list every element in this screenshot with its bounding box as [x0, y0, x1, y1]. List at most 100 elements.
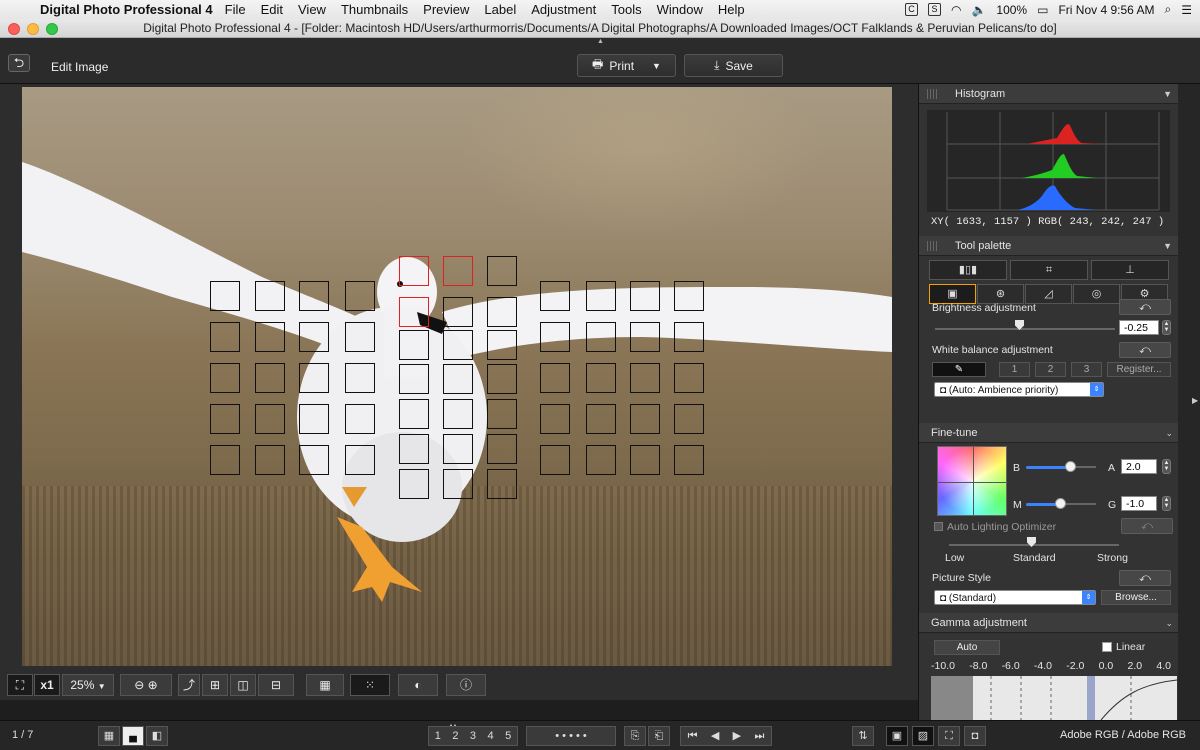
subtab-basic[interactable]: ▣ [929, 284, 976, 304]
chevron-down-icon[interactable]: ▼ [652, 61, 661, 71]
linear-checkbox[interactable] [1102, 642, 1112, 652]
collapse-arrow-icon[interactable]: ⌄ [1165, 423, 1173, 443]
volume-icon[interactable]: 🔈 [971, 3, 986, 17]
sort-button[interactable]: ⇅ [852, 726, 874, 746]
wb-preset-1-button[interactable]: 1 [999, 362, 1030, 377]
gamma-auto-button[interactable]: Auto [934, 640, 1000, 655]
search-icon[interactable]: ⌕ [1165, 2, 1172, 17]
wb-preset-2-button[interactable]: 2 [1035, 362, 1066, 377]
menu-window[interactable]: Window [657, 2, 703, 17]
menu-preview[interactable]: Preview [423, 2, 469, 17]
brightness-stepper[interactable]: ▲ ▼ [1162, 320, 1171, 335]
collapse-arrow-icon[interactable]: ▼ [1163, 236, 1172, 256]
save-button[interactable]: ⤓ Save [684, 54, 783, 77]
print-button[interactable]: 🖶 Print ▼ [577, 54, 676, 77]
histogram-header[interactable]: Histogram ▼ [919, 84, 1178, 104]
menu-edit[interactable]: Edit [261, 2, 283, 17]
expand-panel-icon[interactable]: ▶ [1192, 396, 1198, 405]
alo-reset-button[interactable]: ⤺ [1121, 518, 1173, 534]
ba-slider[interactable] [1076, 466, 1096, 468]
tab-basic-adjust[interactable]: ▮▯▮ [929, 260, 1007, 280]
eyedropper-button[interactable]: ✎ [932, 362, 986, 377]
grid-layout-button[interactable]: ▦ [98, 726, 120, 746]
menu-label[interactable]: Label [484, 2, 516, 17]
tab-crop[interactable]: ⌗ [1010, 260, 1088, 280]
view-mode-3-button[interactable]: ⛶ [938, 726, 960, 746]
menu-file[interactable]: File [225, 2, 246, 17]
paste-recipe-button[interactable]: ⎗ [648, 726, 670, 746]
split-view-button[interactable]: ⊟ [258, 674, 294, 696]
highlight-warning-button[interactable]: ◐ [398, 674, 438, 696]
zoom-x1-button[interactable]: x1 [34, 674, 60, 696]
collapse-arrow-icon[interactable]: ⌄ [1165, 613, 1173, 633]
color-grid-picker[interactable] [937, 446, 1007, 516]
image-viewer[interactable] [0, 84, 918, 670]
fine-tune-g-stepper[interactable]: ▲ ▼ [1162, 496, 1171, 511]
rating-5-button[interactable]: 5 [505, 727, 511, 745]
ba-slider-knob[interactable] [1065, 461, 1076, 472]
fine-tune-a-value[interactable]: 2.0 [1121, 459, 1157, 474]
zoom-select[interactable]: 25% ▼ [62, 674, 114, 696]
fine-tune-a-stepper[interactable]: ▲ ▼ [1162, 459, 1171, 474]
picture-style-reset-button[interactable]: ⤺ [1119, 570, 1171, 586]
menu-tools[interactable]: Tools [611, 2, 641, 17]
rotate-left-button[interactable]: ⤴ [178, 674, 200, 696]
brightness-slider[interactable] [935, 328, 1115, 330]
alo-checkbox[interactable] [934, 522, 943, 531]
label-dots[interactable]: • • • • • [526, 726, 616, 746]
prev-image-icon[interactable]: ◀ [711, 727, 719, 745]
subtab-tone-curve[interactable]: ◿ [1025, 284, 1072, 304]
brightness-reset-button[interactable]: ⤺ [1119, 299, 1171, 315]
side-layout-button[interactable]: ◧ [146, 726, 168, 746]
compare-button[interactable]: ◫ [230, 674, 256, 696]
drag-grip-icon[interactable] [927, 241, 937, 251]
rating-3-button[interactable]: 3 [470, 727, 476, 745]
view-mode-1-button[interactable]: ▣ [886, 726, 908, 746]
subtab-color[interactable]: ◎ [1073, 284, 1120, 304]
white-balance-select[interactable]: ◘ (Auto: Ambience priority) ⇕ [934, 382, 1104, 397]
battery-percent[interactable]: 100% [996, 3, 1027, 17]
grid-overlay-button[interactable]: ⊞ [202, 674, 228, 696]
close-window-button[interactable] [8, 23, 20, 35]
subtab-rgb[interactable]: ⊛ [977, 284, 1024, 304]
collapse-arrow-icon[interactable]: ▼ [1163, 84, 1172, 104]
menu-thumbnails[interactable]: Thumbnails [341, 2, 408, 17]
zoom-out-icon[interactable]: ⊖ [134, 678, 144, 692]
app-menu[interactable]: Digital Photo Professional 4 [40, 2, 213, 17]
menu-view[interactable]: View [298, 2, 326, 17]
notification-center-icon[interactable]: ☰ [1181, 3, 1192, 17]
gamma-header[interactable]: Gamma adjustment ⌄ [919, 613, 1179, 633]
menu-help[interactable]: Help [718, 2, 745, 17]
mg-slider-knob[interactable] [1055, 498, 1066, 509]
white-balance-reset-button[interactable]: ⤺ [1119, 342, 1171, 358]
wb-preset-3-button[interactable]: 3 [1071, 362, 1102, 377]
view-mode-2-button[interactable]: ▨ [912, 726, 934, 746]
clock[interactable]: Fri Nov 4 9:56 AM [1058, 3, 1154, 17]
gamma-graph[interactable] [931, 676, 1177, 720]
rating-2-button[interactable]: 2 [452, 727, 458, 745]
rating-4-button[interactable]: 4 [488, 727, 494, 745]
info-button[interactable]: ⓘ [446, 674, 486, 696]
fine-tune-g-value[interactable]: -1.0 [1121, 496, 1157, 511]
minimize-window-button[interactable] [27, 23, 39, 35]
wb-register-button[interactable]: Register... [1107, 362, 1171, 377]
toolbar-collapse-icon[interactable]: ▲ [597, 38, 604, 45]
tray-c-icon[interactable]: C [904, 3, 918, 16]
rating-1-button[interactable]: 1 [435, 727, 441, 745]
drag-grip-icon[interactable] [927, 89, 937, 99]
goose-photo[interactable] [22, 87, 892, 666]
last-image-icon[interactable]: ⏭ [754, 727, 764, 745]
tab-stamp[interactable]: ⊥ [1091, 260, 1169, 280]
battery-icon[interactable]: ▭ [1037, 3, 1048, 17]
zoom-in-icon[interactable]: ⊕ [148, 678, 158, 692]
next-image-icon[interactable]: ▶ [733, 727, 741, 745]
tool-palette-header[interactable]: Tool palette ▼ [919, 236, 1178, 256]
menu-adjustment[interactable]: Adjustment [531, 2, 596, 17]
browse-button[interactable]: Browse... [1101, 590, 1171, 605]
brightness-value[interactable]: -0.25 [1119, 320, 1159, 335]
af-points-button[interactable]: ⁙ [350, 674, 390, 696]
grid-display-button[interactable]: ▦ [306, 674, 344, 696]
picture-style-select[interactable]: ◘ (Standard) ⇕ [934, 590, 1096, 605]
copy-recipe-button[interactable]: ⎘ [624, 726, 646, 746]
tray-shield-icon[interactable]: S [927, 3, 941, 16]
